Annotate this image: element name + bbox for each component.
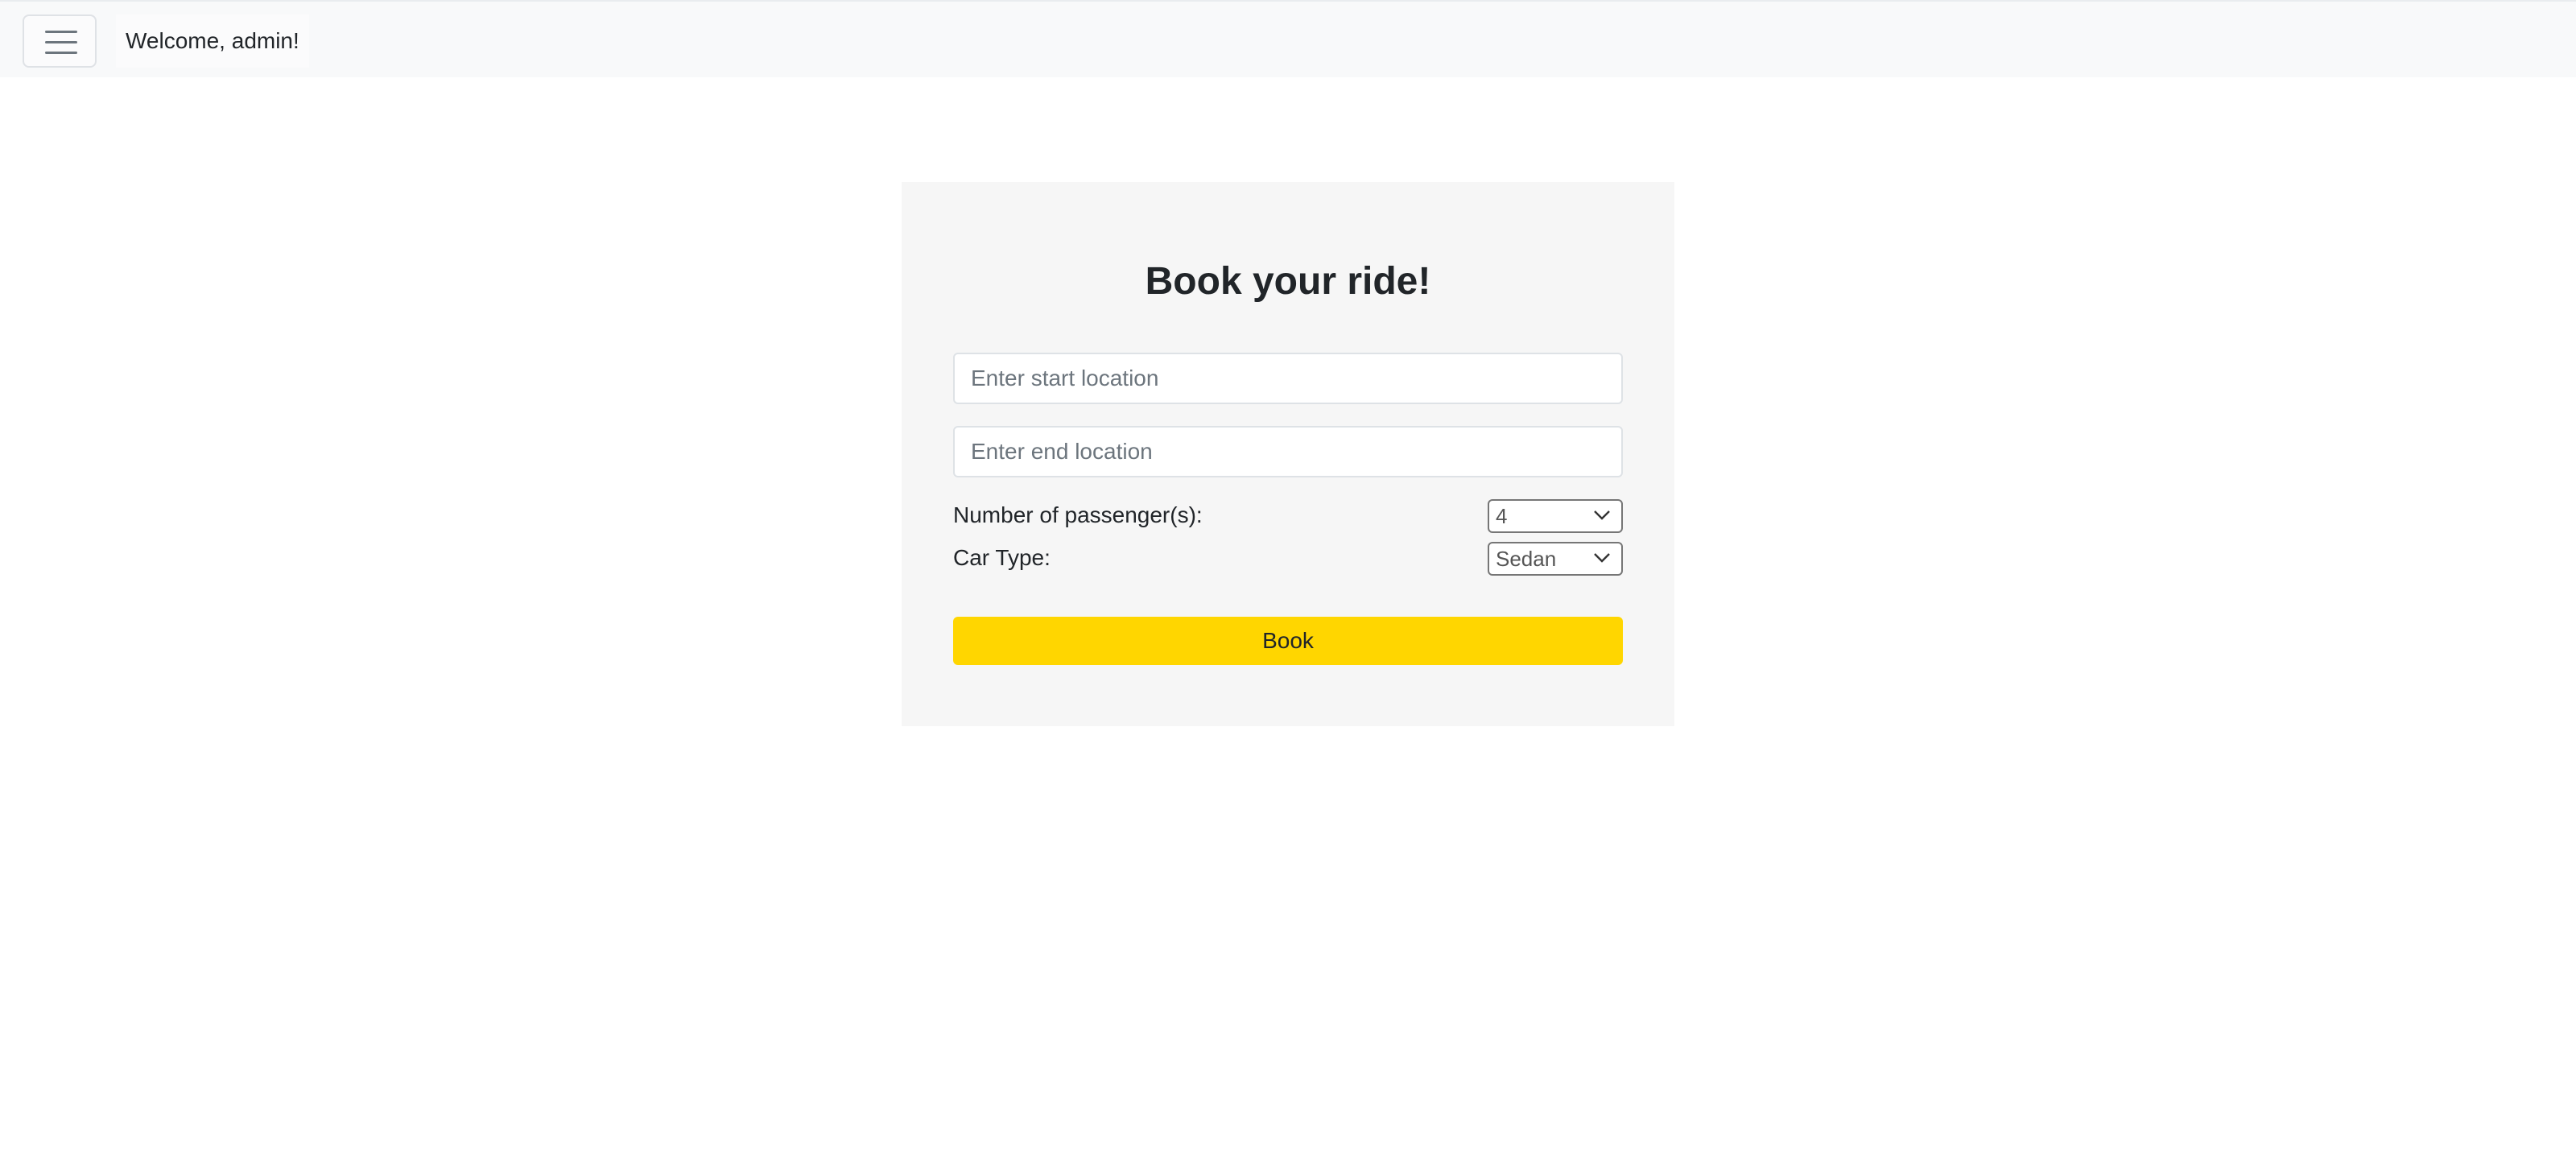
top-navbar: Welcome, admin! xyxy=(0,0,2576,77)
chevron-down-icon xyxy=(1594,553,1610,563)
page-title: Book your ride! xyxy=(1145,260,1431,303)
chevron-down-icon xyxy=(1594,510,1610,520)
end-location-input[interactable] xyxy=(953,426,1623,477)
car-type-selected-value: Sedan xyxy=(1496,547,1557,571)
book-button[interactable]: Book xyxy=(953,617,1623,665)
start-location-input[interactable] xyxy=(953,353,1623,404)
welcome-text: Welcome, admin! xyxy=(116,14,309,68)
car-type-label: Car Type: xyxy=(953,545,1051,570)
passengers-select[interactable]: 4 xyxy=(1488,499,1623,533)
passengers-selected-value: 4 xyxy=(1496,504,1508,528)
passengers-label: Number of passenger(s): xyxy=(953,502,1203,527)
car-type-select[interactable]: Sedan xyxy=(1488,542,1623,576)
menu-toggle-button[interactable] xyxy=(23,14,97,68)
